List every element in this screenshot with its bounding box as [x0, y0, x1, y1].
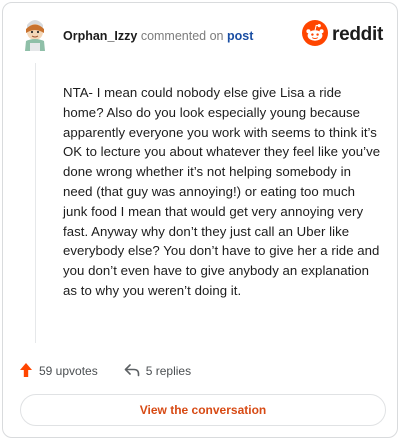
- comment-byline: Orphan_Izzy commented on post: [63, 29, 253, 43]
- replies-button[interactable]: 5 replies: [124, 363, 191, 380]
- comment-actions: 59 upvotes 5 replies: [19, 361, 217, 381]
- upvote-button[interactable]: 59 upvotes: [19, 362, 98, 381]
- user-avatar[interactable]: [21, 17, 49, 53]
- upvote-count: 59 upvotes: [39, 364, 98, 378]
- reply-count: 5 replies: [145, 364, 192, 378]
- comment-body: NTA- I mean could nobody else give Lisa …: [63, 85, 381, 298]
- upvote-arrow-icon: [19, 362, 39, 381]
- reddit-alien-icon: [302, 19, 329, 51]
- post-link[interactable]: post: [227, 29, 253, 43]
- reddit-logo[interactable]: reddit: [302, 19, 383, 51]
- username-link[interactable]: Orphan_Izzy: [63, 29, 137, 43]
- byline-action-text: commented on: [140, 29, 224, 43]
- reddit-wordmark: reddit: [332, 24, 383, 45]
- view-conversation-button[interactable]: View the conversation: [20, 394, 386, 426]
- thread-guide-line: [35, 63, 36, 343]
- comment-header: Orphan_Izzy commented on post reddit: [3, 3, 397, 67]
- embedded-comment-card: Orphan_Izzy commented on post reddit NTA…: [2, 2, 398, 438]
- reply-arrow-icon: [124, 363, 146, 380]
